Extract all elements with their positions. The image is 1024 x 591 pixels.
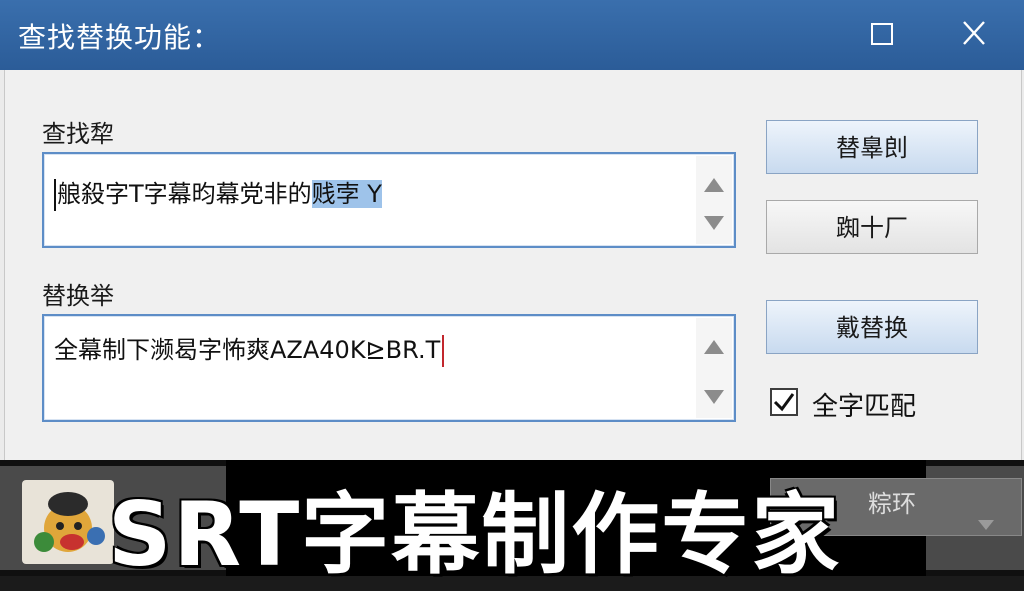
text-caret: [442, 335, 445, 367]
title-bar[interactable]: 查找替换功能：: [0, 0, 1024, 70]
maximize-button[interactable]: [858, 14, 902, 54]
find-text: 艆殺字T字幕昀幕党非的: [57, 180, 312, 208]
replace-scrollbar[interactable]: [696, 318, 732, 418]
partial-button-label: 粽环: [868, 490, 916, 518]
scroll-down-icon: [704, 216, 724, 230]
find-selected-text: 贱孛 Y: [311, 180, 382, 208]
scroll-up-icon: [704, 340, 724, 354]
scroll-down-icon: [704, 390, 724, 404]
replace-label: 替换举: [42, 282, 114, 310]
replace-text: 全幕制下濒曷字怖爽AZA40K⊵BR.T: [54, 336, 441, 364]
find-replace-dialog: 查找替换功能： 查找犂 艆殺字T字幕昀幕党非的贱孛 Y 替换举 全幕制下濒曷字怖…: [0, 0, 1024, 586]
scroll-up-icon: [704, 178, 724, 192]
mascot-icon: [34, 492, 105, 552]
mascot-image: [22, 480, 114, 564]
chevron-down-icon: [978, 520, 994, 530]
secondary-button[interactable]: 踟十厂: [766, 200, 978, 254]
window-title: 查找替换功能：: [18, 21, 222, 54]
close-button[interactable]: [952, 14, 996, 54]
match-whole-word-label: 全字匹配: [812, 392, 917, 422]
checkmark-icon: [773, 393, 795, 412]
replace-button[interactable]: 替辠剆: [766, 120, 978, 174]
find-scrollbar[interactable]: [696, 156, 732, 244]
text-caret: [54, 179, 56, 211]
find-input-value: 艆殺字T字幕昀幕党非的贱孛 Y: [54, 174, 382, 211]
replace-input-value: 全幕制下濒曷字怖爽AZA40K⊵BR.T: [54, 330, 445, 367]
banner-title: SRT字幕制作专家: [108, 483, 842, 586]
replace-all-button[interactable]: 戴替换: [766, 300, 978, 354]
find-input[interactable]: 艆殺字T字幕昀幕党非的贱孛 Y: [42, 152, 736, 248]
match-whole-word-checkbox[interactable]: [770, 388, 798, 416]
replace-input[interactable]: 全幕制下濒曷字怖爽AZA40K⊵BR.T: [42, 314, 736, 422]
close-icon: [963, 21, 985, 45]
find-label: 查找犂: [42, 120, 114, 148]
maximize-icon: [871, 23, 893, 45]
